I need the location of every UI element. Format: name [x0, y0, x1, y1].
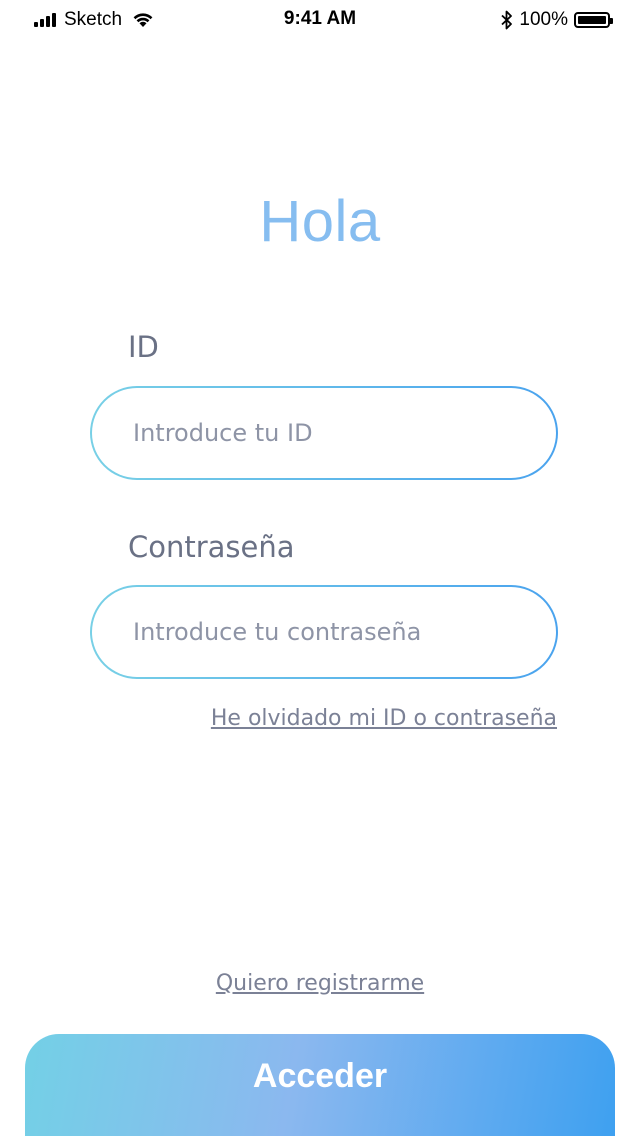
- password-input[interactable]: [92, 587, 556, 677]
- status-bar-right: 100%: [501, 8, 613, 32]
- id-input[interactable]: [92, 388, 556, 478]
- status-bar: Sketch 9:41 AM 100%: [0, 0, 640, 40]
- battery-icon: [574, 12, 613, 28]
- password-label: Contraseña: [128, 530, 295, 564]
- battery-percent: 100%: [519, 9, 568, 30]
- id-field-border: [90, 386, 558, 480]
- login-screen: Sketch 9:41 AM 100% Hola ID Introduce tu…: [0, 0, 640, 1136]
- bluetooth-icon: [501, 10, 513, 30]
- battery-fill: [578, 16, 606, 24]
- password-field-border: [90, 585, 558, 679]
- forgot-credentials-link[interactable]: He olvidado mi ID o contraseña: [211, 706, 557, 731]
- id-label: ID: [128, 330, 159, 364]
- battery-cap: [610, 18, 613, 24]
- login-button[interactable]: Acceder: [25, 1034, 615, 1136]
- register-link[interactable]: Quiero registrarme: [0, 971, 640, 996]
- page-title: Hola: [259, 189, 381, 254]
